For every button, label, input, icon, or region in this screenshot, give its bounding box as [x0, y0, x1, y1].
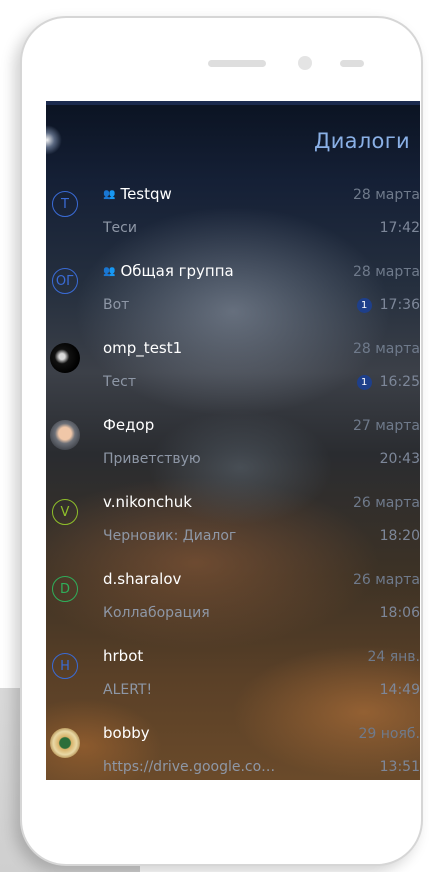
dialog-date: 28 марта	[352, 264, 420, 280]
dialog-date: 27 марта	[352, 418, 420, 434]
dialog-list[interactable]: T 👥 Testqw Теси 28 марта 17:42 ОГ 👥 Общая …	[46, 176, 420, 780]
dialog-date: 28 марта	[352, 341, 420, 357]
dialog-name-text: omp_test1	[103, 339, 183, 357]
dialog-row[interactable]: V v.nikonchuk Черновик: Диалог 26 марта …	[46, 484, 420, 561]
dialog-time-wrap: 1 17:36	[356, 297, 420, 313]
dialog-time: 13:51	[379, 759, 420, 775]
avatar-initials: ОГ	[55, 273, 75, 289]
dialog-date: 24 янв.	[367, 649, 420, 665]
avatar-initials: D	[59, 581, 70, 597]
dialog-name-text: Федор	[103, 416, 155, 434]
avatar-photo	[50, 728, 80, 758]
avatar: V	[52, 499, 78, 525]
dialog-time-wrap: 18:06	[380, 605, 420, 621]
dialog-name: bobby	[103, 724, 150, 742]
avatar: D	[52, 576, 78, 602]
dialog-name-text: hrbot	[103, 647, 144, 665]
dialog-time: 16:25	[379, 374, 420, 390]
dialog-preview: Приветствую	[103, 451, 201, 467]
dialog-name-text: bobby	[103, 724, 150, 742]
pulley-menu-indicator[interactable]	[46, 125, 62, 155]
avatar: T	[52, 191, 78, 217]
dialog-name: 👥 Общая группа	[103, 262, 234, 280]
dialog-row[interactable]: omp_test1 Тест 28 марта 1 16:25	[46, 330, 420, 407]
group-icon: 👥	[103, 188, 115, 200]
avatar-photo	[50, 420, 80, 450]
dialog-time: 17:36	[379, 297, 420, 313]
dialog-time: 17:42	[379, 220, 420, 236]
status-line	[46, 101, 420, 105]
dialog-preview: Коллаборация	[103, 605, 210, 621]
dialog-time-wrap: 14:49	[380, 682, 420, 698]
dialog-name: d.sharalov	[103, 570, 181, 588]
dialog-time: 14:49	[379, 682, 420, 698]
avatar-initials: H	[60, 658, 70, 674]
phone-screen: Диалоги T 👥 Testqw Теси 28 марта 17:42 ОГ…	[46, 101, 420, 780]
dialog-row[interactable]: H hrbot ALERT! 24 янв. 14:49	[46, 638, 420, 715]
dialog-name-text: d.sharalov	[103, 570, 182, 588]
dialog-row[interactable]: bobby https://drive.google.co… 29 нояб. …	[46, 715, 420, 780]
dialog-preview: Черновик: Диалог	[103, 528, 237, 544]
dialog-preview: Вот	[103, 297, 130, 313]
dialog-date: 28 марта	[352, 187, 420, 203]
dialog-date: 29 нояб.	[358, 726, 421, 742]
dialog-time: 20:43	[379, 451, 420, 467]
group-icon: 👥	[103, 265, 115, 277]
dialog-name-text: Testqw	[120, 185, 172, 203]
dialog-preview: Теси	[103, 220, 137, 236]
proximity-sensor	[340, 60, 364, 67]
dialog-date: 26 марта	[352, 572, 420, 588]
dialog-time: 18:06	[379, 605, 420, 621]
dialog-date: 26 марта	[352, 495, 420, 511]
avatar: ОГ	[52, 268, 78, 294]
unread-badge: 1	[356, 297, 372, 313]
dialog-time-wrap: 1 16:25	[356, 374, 420, 390]
avatar-initials: V	[60, 504, 70, 520]
speaker-slot	[208, 60, 266, 67]
dialog-time-wrap: 13:51	[380, 759, 420, 775]
dialog-preview: Тест	[103, 374, 137, 390]
avatar-photo	[50, 343, 80, 373]
dialog-name: v.nikonchuk	[103, 493, 192, 511]
dialog-preview: ALERT!	[103, 682, 153, 698]
dialog-time-wrap: 18:20	[380, 528, 420, 544]
dialog-name: Федор	[103, 416, 154, 434]
page-title: Диалоги	[314, 129, 410, 153]
dialog-name: omp_test1	[103, 339, 182, 357]
front-camera	[298, 56, 312, 70]
unread-badge: 1	[356, 374, 372, 390]
dialog-name-text: Общая группа	[120, 262, 234, 280]
dialog-name: hrbot	[103, 647, 143, 665]
dialog-time-wrap: 20:43	[380, 451, 420, 467]
dialog-time-wrap: 17:42	[380, 220, 420, 236]
dialog-row[interactable]: T 👥 Testqw Теси 28 марта 17:42	[46, 176, 420, 253]
avatar-initials: T	[61, 196, 69, 212]
dialog-preview: https://drive.google.co…	[103, 759, 276, 775]
dialog-time: 18:20	[379, 528, 420, 544]
dialog-row[interactable]: ОГ 👥 Общая группа Вот 28 марта 1 17:36	[46, 253, 420, 330]
dialog-row[interactable]: D d.sharalov Коллаборация 26 марта 18:06	[46, 561, 420, 638]
dialog-name-text: v.nikonchuk	[103, 493, 192, 511]
dialog-row[interactable]: Федор Приветствую 27 марта 20:43	[46, 407, 420, 484]
avatar: H	[52, 653, 78, 679]
dialog-name: 👥 Testqw	[103, 185, 172, 203]
